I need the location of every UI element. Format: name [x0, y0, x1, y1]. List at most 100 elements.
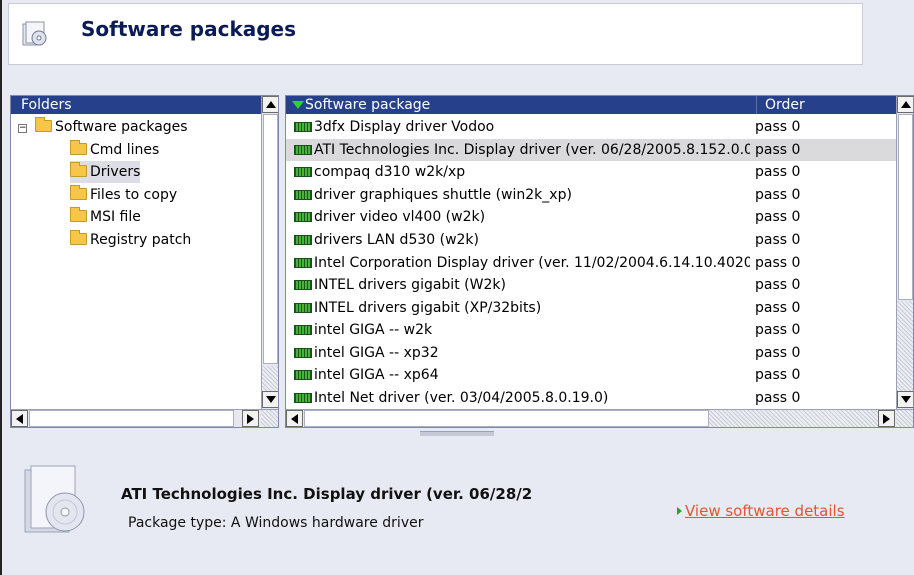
folder-icon — [70, 185, 87, 200]
page-header: Software packages — [8, 3, 863, 65]
scroll-left-button[interactable] — [286, 410, 303, 427]
package-name: Intel Corporation Display driver (ver. 1… — [314, 255, 750, 271]
folder-icon — [70, 140, 87, 155]
tree-item-label: Files to copy — [90, 187, 178, 203]
scroll-left-button[interactable] — [11, 410, 28, 427]
column-header-software-package[interactable]: Software package — [286, 96, 756, 114]
package-order: pass 0 — [755, 232, 801, 248]
table-row[interactable]: Intel Net driver (ver. 03/04/2005.8.0.19… — [286, 387, 896, 409]
driver-chip-icon — [294, 393, 312, 403]
package-order: pass 0 — [755, 390, 801, 406]
folder-icon — [70, 162, 87, 177]
table-row[interactable]: drivers LAN d530 (w2k) pass 0 — [286, 229, 896, 251]
package-list: 3dfx Display driver Vodoo pass 0 ATI Tech… — [286, 116, 896, 409]
package-order: pass 0 — [755, 119, 801, 135]
scroll-down-button[interactable] — [897, 391, 913, 408]
column-header-order[interactable]: Order — [756, 96, 898, 114]
package-order: pass 0 — [755, 345, 801, 361]
view-software-details-link[interactable]: View software details — [685, 502, 845, 520]
package-name: INTEL drivers gigabit (W2k) — [314, 277, 506, 293]
scroll-down-button[interactable] — [262, 391, 278, 408]
scroll-thumb[interactable] — [304, 410, 709, 427]
scroll-thumb[interactable] — [898, 114, 913, 300]
scroll-thumb[interactable] — [263, 114, 278, 364]
sort-desc-icon — [292, 101, 304, 109]
driver-chip-icon — [294, 325, 312, 335]
tree-item-msi-file[interactable]: MSI file — [70, 206, 141, 228]
package-name: ATI Technologies Inc. Display driver (ve… — [314, 142, 750, 158]
package-name: intel GIGA -- xp64 — [314, 367, 439, 383]
scroll-corner — [261, 410, 278, 427]
package-order: pass 0 — [755, 255, 801, 271]
driver-chip-icon — [294, 122, 312, 132]
tree-item-label: Cmd lines — [90, 142, 160, 158]
package-order: pass 0 — [755, 300, 801, 316]
package-name: intel GIGA -- xp32 — [314, 345, 439, 361]
arrow-up-icon — [265, 101, 276, 108]
tree-item-registry-patch[interactable]: Registry patch — [70, 229, 191, 251]
scroll-track[interactable] — [897, 301, 913, 391]
tree-item-label: MSI file — [90, 209, 141, 225]
folder-icon — [70, 207, 87, 222]
scroll-thumb[interactable] — [29, 410, 234, 427]
table-row[interactable]: intel GIGA -- w2k pass 0 — [286, 319, 896, 341]
collapse-icon[interactable]: − — [18, 124, 27, 133]
folders-header: Folders — [11, 96, 261, 114]
column-header-label: Software package — [305, 97, 431, 113]
details-title: ATI Technologies Inc. Display driver (ve… — [121, 485, 533, 503]
package-name: 3dfx Display driver Vodoo — [314, 119, 495, 135]
tree-item-cmd-lines[interactable]: Cmd lines — [70, 139, 159, 161]
driver-chip-icon — [294, 303, 312, 313]
folder-icon — [35, 117, 52, 132]
table-row[interactable]: compaq d310 w2k/xp pass 0 — [286, 161, 896, 183]
package-order: pass 0 — [755, 277, 801, 293]
table-row-selected[interactable]: ATI Technologies Inc. Display driver (ve… — [286, 139, 896, 161]
table-row[interactable]: driver video vl400 (w2k) pass 0 — [286, 206, 896, 228]
tree-item-drivers[interactable]: Drivers — [70, 161, 141, 183]
scroll-right-button[interactable] — [878, 410, 895, 427]
table-row[interactable]: Intel Corporation Display driver (ver. 1… — [286, 252, 896, 274]
driver-chip-icon — [294, 167, 312, 177]
package-name: INTEL drivers gigabit (XP/32bits) — [314, 300, 542, 316]
tree-item-label: Software packages — [55, 119, 188, 135]
driver-chip-icon — [294, 212, 312, 222]
arrow-up-icon — [900, 101, 911, 108]
driver-chip-icon — [294, 348, 312, 358]
scroll-track[interactable] — [709, 410, 878, 427]
folders-vertical-scrollbar[interactable] — [261, 96, 278, 409]
table-row[interactable]: INTEL drivers gigabit (XP/32bits) pass 0 — [286, 297, 896, 319]
folders-horizontal-scrollbar[interactable] — [11, 409, 278, 427]
arrow-down-icon — [265, 396, 276, 403]
package-details: ATI Technologies Inc. Display driver (ve… — [10, 436, 914, 575]
details-package-type: Package type: A Windows hardware driver — [128, 515, 424, 531]
package-order: pass 0 — [755, 142, 801, 158]
package-order: pass 0 — [755, 209, 801, 225]
table-row[interactable]: driver graphiques shuttle (win2k_xp) pass… — [286, 184, 896, 206]
folder-icon — [70, 230, 87, 245]
packages-pane: Software package Order 3dfx Display driv… — [285, 95, 914, 428]
tree-item-software-packages[interactable]: − Software packages — [18, 116, 188, 138]
scroll-right-button[interactable] — [242, 410, 259, 427]
table-row[interactable]: intel GIGA -- xp64 pass 0 — [286, 364, 896, 386]
packages-vertical-scrollbar[interactable] — [896, 96, 913, 409]
scroll-up-button[interactable] — [897, 96, 913, 113]
tree-item-files-to-copy[interactable]: Files to copy — [70, 184, 177, 206]
arrow-left-icon — [291, 413, 298, 424]
table-row[interactable]: 3dfx Display driver Vodoo pass 0 — [286, 116, 896, 138]
tree-item-label: Registry patch — [90, 232, 192, 248]
scroll-up-button[interactable] — [262, 96, 278, 113]
arrow-down-icon — [900, 396, 911, 403]
driver-chip-icon — [294, 370, 312, 380]
package-name: driver graphiques shuttle (win2k_xp) — [314, 187, 572, 203]
packages-horizontal-scrollbar[interactable] — [286, 409, 913, 427]
page-title: Software packages — [81, 17, 297, 41]
scroll-track[interactable] — [262, 366, 278, 391]
arrow-left-icon — [16, 413, 23, 424]
cd-package-icon — [24, 465, 85, 533]
table-row[interactable]: intel GIGA -- xp32 pass 0 — [286, 342, 896, 364]
package-order: pass 0 — [755, 367, 801, 383]
tree-item-label: Drivers — [90, 164, 141, 180]
package-name: driver video vl400 (w2k) — [314, 209, 486, 225]
table-row[interactable]: INTEL drivers gigabit (W2k) pass 0 — [286, 274, 896, 296]
link-arrow-icon — [677, 507, 682, 515]
